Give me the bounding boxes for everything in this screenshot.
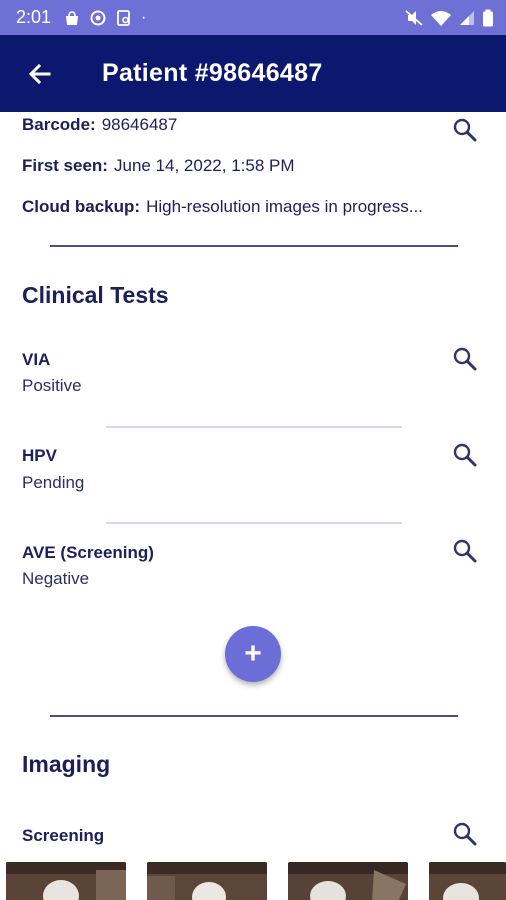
barcode-search-icon[interactable] [452, 117, 478, 143]
app-bar: Patient #98646487 [0, 35, 506, 112]
imaging-title: Imaging [22, 751, 111, 777]
status-time: 2:01 [16, 7, 52, 27]
battery-icon [483, 9, 493, 26]
test-result: Pending [22, 473, 85, 492]
barcode-row: Barcode: 98646487 [22, 115, 177, 135]
test-name: VIA [22, 350, 51, 369]
add-icon: + [244, 637, 262, 670]
notification-icons: · [63, 9, 146, 27]
image-thumbnail[interactable] [6, 862, 126, 900]
image-thumbnail[interactable] [429, 862, 506, 900]
status-dot: · [141, 8, 147, 26]
system-icons [404, 9, 494, 27]
arrow-back-icon [28, 63, 51, 84]
clinical-tests-title: Clinical Tests [22, 282, 169, 308]
status-bar: 2:01 · [0, 0, 506, 35]
screenshot-icon [117, 9, 130, 26]
add-test-button[interactable]: + [225, 626, 281, 682]
test-divider [106, 522, 402, 524]
test-name: HPV [22, 446, 57, 465]
back-button[interactable] [20, 54, 60, 94]
shopping-bag-icon [66, 10, 79, 25]
test-result: Positive [22, 376, 82, 395]
cloud-backup-value: High-resolution images in progress... [146, 197, 423, 216]
test-divider [106, 426, 402, 428]
test-name: AVE (Screening) [22, 543, 154, 562]
mute-icon [405, 9, 423, 26]
page-title: Patient #98646487 [102, 59, 323, 87]
wifi-icon [431, 10, 451, 26]
barcode-label: Barcode: [22, 115, 96, 134]
sync-icon [90, 10, 106, 25]
first-seen-value: June 14, 2022, 1:58 PM [113, 156, 295, 175]
image-thumbnail[interactable] [147, 862, 267, 900]
hpv-search-icon[interactable] [452, 442, 478, 468]
ave-search-icon[interactable] [452, 538, 478, 564]
cloud-backup-label: Cloud backup: [22, 197, 141, 216]
screening-subsection-title: Screening [22, 826, 105, 845]
screening-search-icon[interactable] [452, 821, 478, 847]
patient-detail-content[interactable]: Barcode: 98646487 First seen: June 14, 202… [0, 112, 506, 900]
cloud-backup-row: Cloud backup: High-resolution images in p… [22, 197, 423, 217]
test-result: Negative [22, 569, 90, 588]
signal-icon [460, 10, 474, 25]
first-seen-row: First seen: June 14, 2022, 1:58 PM [22, 156, 295, 176]
section-divider [50, 715, 458, 717]
via-search-icon[interactable] [452, 346, 478, 372]
image-thumbnail[interactable] [288, 862, 408, 900]
barcode-value: 98646487 [101, 115, 178, 134]
first-seen-label: First seen: [22, 156, 108, 175]
section-divider [50, 245, 458, 247]
